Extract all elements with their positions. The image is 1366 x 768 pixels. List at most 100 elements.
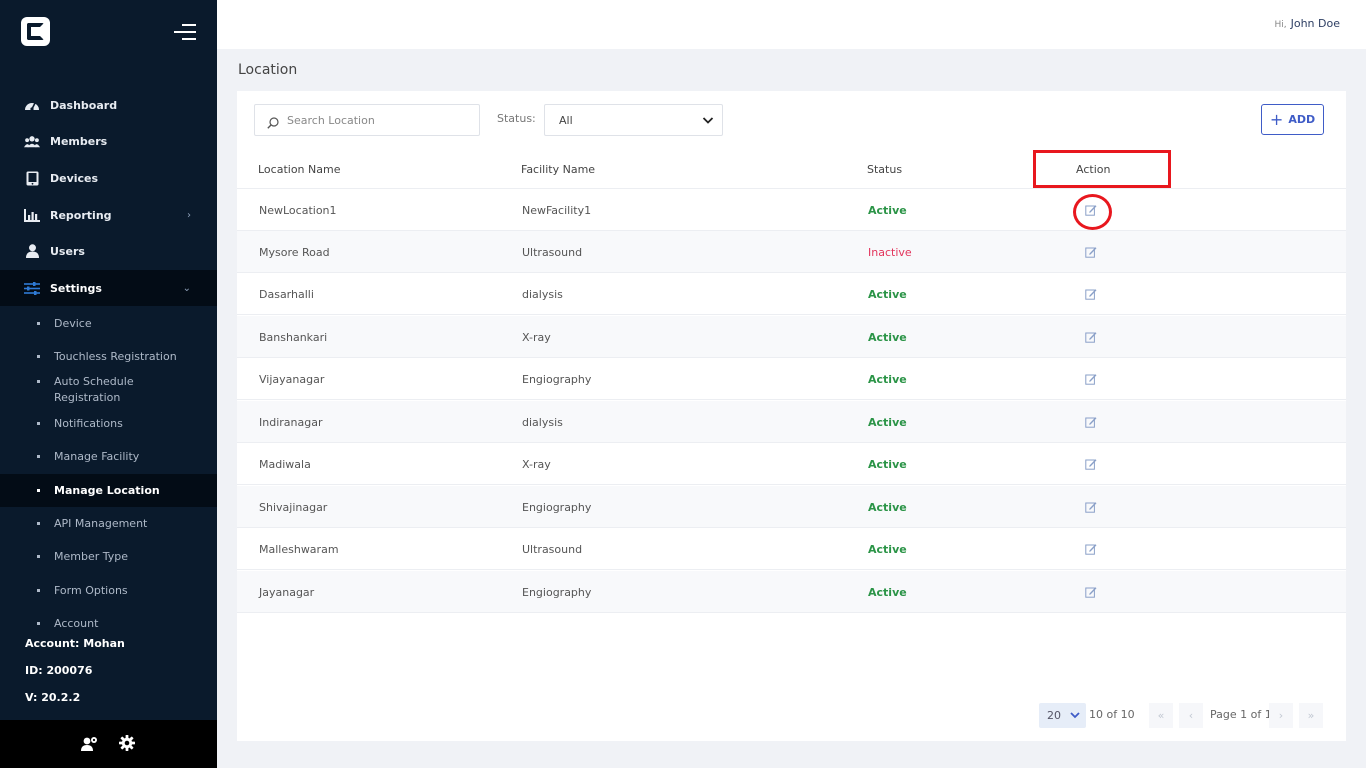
sidebar-sub-item-notifications[interactable]: Notifications: [0, 413, 217, 433]
facility-name-cell: dialysis: [522, 288, 563, 301]
sidebar-sub-item-account[interactable]: Account: [0, 613, 217, 633]
sidebar-sub-item-member-type[interactable]: Member Type: [0, 546, 217, 566]
edit-icon[interactable]: [1085, 331, 1097, 343]
sidebar-item-label: Settings: [50, 281, 102, 295]
column-header-facility-name[interactable]: Facility Name: [521, 163, 595, 176]
column-header-location-name[interactable]: Location Name: [258, 163, 340, 176]
status-filter-value: All: [559, 113, 573, 127]
sidebar-item-devices[interactable]: Devices: [0, 160, 217, 196]
sidebar-item-dashboard[interactable]: Dashboard: [0, 87, 217, 123]
edit-icon[interactable]: [1085, 416, 1097, 428]
user-settings-icon[interactable]: [81, 736, 98, 755]
sidebar: Dashboard Members Devices Reporting › Us…: [0, 0, 217, 768]
app-version: V: 20.2.2: [25, 691, 81, 704]
bullet-icon: [37, 421, 40, 425]
bar-chart-icon: [24, 208, 40, 222]
plus-icon: +: [1269, 110, 1284, 129]
page-size-select[interactable]: 20: [1039, 703, 1086, 728]
location-name-cell: Madiwala: [259, 458, 311, 471]
sidebar-sub-item-device[interactable]: Device: [0, 313, 217, 333]
table-header: Location Name Facility Name Status Actio…: [237, 149, 1346, 189]
bullet-icon: [37, 521, 40, 525]
location-name-cell: Jayanagar: [259, 586, 315, 599]
action-column-highlight: [1033, 150, 1171, 188]
facility-name-cell: dialysis: [522, 416, 563, 429]
facility-name-cell: X-ray: [522, 331, 551, 344]
location-name-cell: NewLocation1: [259, 204, 337, 217]
sidebar-sub-item-api-management[interactable]: API Management: [0, 513, 217, 533]
search-input[interactable]: [287, 113, 467, 127]
top-bar: Hi, John Doe: [217, 0, 1366, 49]
facility-name-cell: Ultrasound: [522, 246, 583, 259]
sidebar-sub-item-manage-facility[interactable]: Manage Facility: [0, 446, 217, 466]
sidebar-item-reporting[interactable]: Reporting ›: [0, 197, 217, 233]
user-icon: [24, 244, 40, 258]
user-greeting[interactable]: Hi, John Doe: [1274, 17, 1340, 30]
page-indicator: Page 1 of 1: [1210, 708, 1272, 721]
location-name-cell: Vijayanagar: [259, 373, 325, 386]
last-page-button[interactable]: »: [1299, 703, 1323, 728]
status-cell: Active: [868, 331, 907, 344]
chevron-down-icon: ⌄: [182, 282, 191, 294]
sidebar-item-members[interactable]: Members: [0, 123, 217, 159]
hamburger-menu-icon[interactable]: [174, 24, 196, 40]
sidebar-sub-item-touchless-registration[interactable]: Touchless Registration: [0, 346, 217, 366]
edit-icon[interactable]: [1085, 586, 1097, 598]
add-location-button[interactable]: + ADD: [1261, 104, 1324, 135]
sidebar-item-users[interactable]: Users: [0, 233, 217, 269]
status-cell: Active: [868, 373, 907, 386]
sidebar-sub-item-form-options[interactable]: Form Options: [0, 580, 217, 600]
facility-name-cell: Engiography: [522, 501, 592, 514]
table-row: Mysore Road Ultrasound Inactive: [237, 231, 1346, 273]
record-count: 10 of 10: [1089, 708, 1135, 721]
edit-icon[interactable]: [1085, 246, 1097, 258]
app-logo[interactable]: [21, 17, 50, 46]
sidebar-item-label: Members: [50, 134, 108, 148]
status-filter-select[interactable]: All: [544, 104, 723, 136]
status-cell: Active: [868, 586, 907, 599]
table-row: Vijayanagar Engiography Active: [237, 358, 1346, 400]
sidebar-footer: [0, 720, 217, 768]
location-card: Status: All + ADD Location Name Facility…: [237, 91, 1346, 741]
edit-icon-highlight: [1073, 194, 1112, 230]
next-page-button[interactable]: ›: [1269, 703, 1293, 728]
edit-icon[interactable]: [1085, 543, 1097, 555]
table-row: Banshankari X-ray Active: [237, 316, 1346, 358]
bullet-icon: [37, 489, 40, 492]
bullet-icon: [37, 588, 40, 592]
column-header-status[interactable]: Status: [867, 163, 902, 176]
sidebar-sub-item-manage-location[interactable]: Manage Location: [0, 474, 217, 507]
account-id: ID: 200076: [25, 664, 93, 677]
bullet-icon: [37, 354, 40, 358]
edit-icon[interactable]: [1085, 501, 1097, 513]
status-cell: Active: [868, 204, 907, 217]
prev-page-button[interactable]: ‹: [1179, 703, 1203, 728]
bullet-icon: [37, 554, 40, 558]
status-cell: Active: [868, 501, 907, 514]
location-name-cell: Malleshwaram: [259, 543, 339, 556]
sidebar-item-label: Devices: [50, 171, 99, 185]
chevron-down-icon: [1069, 709, 1081, 721]
location-name-cell: Banshankari: [259, 331, 328, 344]
users-icon: [24, 134, 40, 148]
search-box[interactable]: [254, 104, 480, 136]
table-row: Madiwala X-ray Active: [237, 443, 1346, 485]
sidebar-item-label: Dashboard: [50, 98, 118, 112]
edit-icon[interactable]: [1085, 288, 1097, 300]
bullet-icon: [37, 621, 40, 625]
status-cell: Active: [868, 288, 907, 301]
status-cell: Active: [868, 543, 907, 556]
status-cell: Active: [868, 416, 907, 429]
location-name-cell: Shivajinagar: [259, 501, 328, 514]
facility-name-cell: Engiography: [522, 373, 592, 386]
speedometer-icon: [24, 98, 40, 112]
status-filter-label: Status:: [497, 112, 536, 125]
sidebar-item-settings[interactable]: Settings ⌄: [0, 270, 217, 306]
edit-icon[interactable]: [1085, 373, 1097, 385]
user-name: John Doe: [1290, 17, 1340, 30]
first-page-button[interactable]: «: [1149, 703, 1173, 728]
sidebar-sub-item-auto-schedule[interactable]: Auto Schedule Registration: [0, 374, 217, 406]
logo-c-icon: [27, 23, 44, 40]
edit-icon[interactable]: [1085, 458, 1097, 470]
gear-icon[interactable]: [119, 735, 135, 755]
